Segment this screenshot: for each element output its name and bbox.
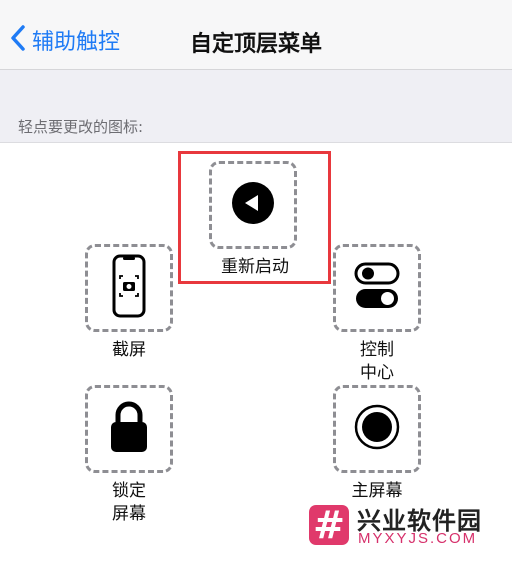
watermark-logo: # <box>309 505 349 545</box>
home-button-icon <box>354 404 400 454</box>
navigation-bar: 辅助触控 自定顶层菜单 <box>0 0 512 70</box>
menu-slot-control-center[interactable] <box>333 244 421 332</box>
watermark: # 兴业软件园 MYXYJS.COM <box>301 499 512 553</box>
toggles-icon <box>354 261 400 315</box>
watermark-site: MYXYJS.COM <box>358 530 478 547</box>
menu-slot-screenshot[interactable] <box>85 244 173 332</box>
screenshot-icon <box>112 254 146 322</box>
menu-slot-control-center-label: 控制 中心 <box>360 340 394 383</box>
menu-slot-lock-screen[interactable] <box>85 385 173 473</box>
menu-slot-home[interactable] <box>333 385 421 473</box>
lock-icon <box>109 400 149 458</box>
section-label: 轻点要更改的图标: <box>18 118 144 136</box>
section-header: 轻点要更改的图标: <box>0 70 512 143</box>
menu-slot-lock-screen-label: 锁定 屏幕 <box>112 481 146 524</box>
menu-slot-screenshot-label: 截屏 <box>112 340 146 360</box>
selection-highlight <box>178 151 331 284</box>
page-title: 自定顶层菜单 <box>189 32 322 57</box>
